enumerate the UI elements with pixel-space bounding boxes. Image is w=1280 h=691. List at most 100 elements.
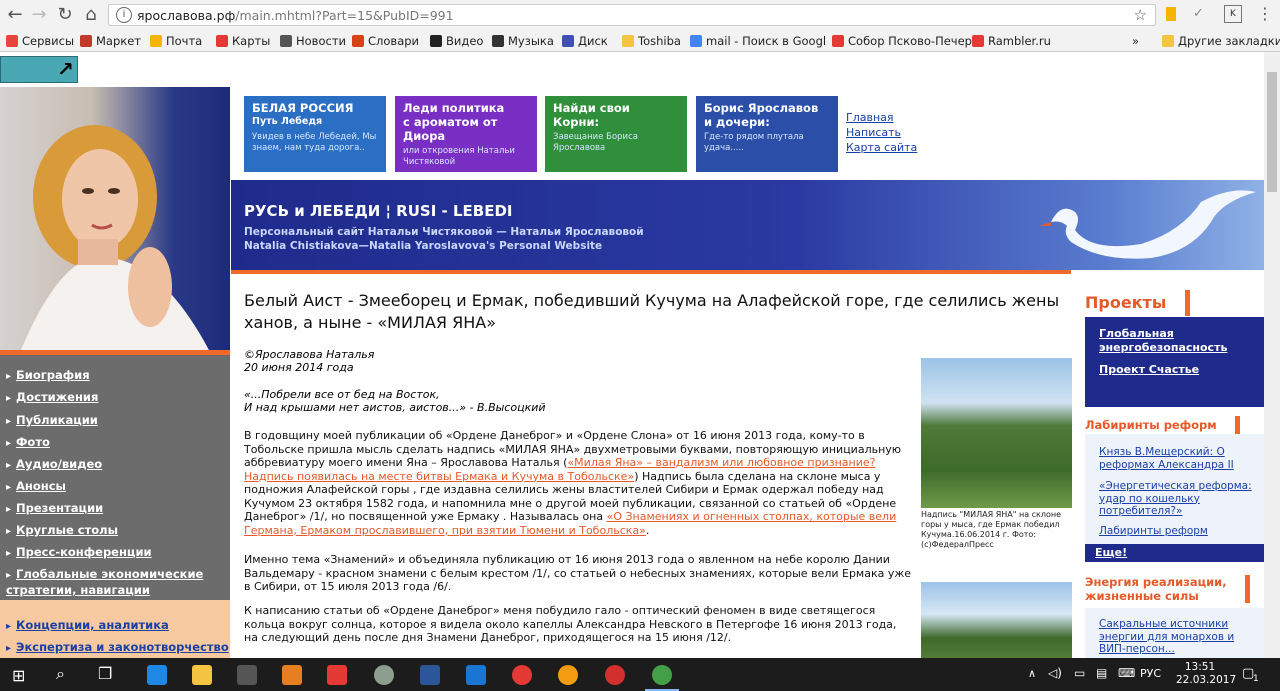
mail-icon[interactable]: [466, 665, 486, 685]
notification-count: 1: [1253, 674, 1259, 684]
external-link-button[interactable]: ↗: [0, 56, 78, 83]
menu-item-audio-video[interactable]: Аудио/видео: [6, 457, 102, 471]
bookmarks-overflow-button[interactable]: »: [1132, 33, 1139, 49]
word-icon[interactable]: [420, 665, 440, 685]
menu-item-expertise[interactable]: Экспертиза и законотворчество: [6, 640, 229, 654]
menu-item-achievements[interactable]: Достижения: [6, 390, 98, 404]
edge-icon[interactable]: [147, 665, 167, 685]
project-link-happiness[interactable]: Проект Счастье: [1099, 363, 1199, 377]
battery-icon[interactable]: ▭: [1074, 666, 1085, 680]
tray-chevron-icon[interactable]: ∧: [1028, 667, 1036, 680]
menu-item-round-tables[interactable]: Круглые столы: [6, 523, 118, 537]
link-sitemap[interactable]: Карта сайта: [846, 140, 917, 155]
keyboard-icon[interactable]: ⌨: [1118, 666, 1135, 680]
banner-boris-yaroslavov[interactable]: Борис Ярославов и дочери: Где-то рядом п…: [696, 96, 838, 172]
more-button[interactable]: Еще!: [1085, 544, 1264, 562]
bookmark-item[interactable]: Toshiba: [622, 33, 681, 49]
top-nav-links: Главная Написать Карта сайта: [846, 110, 917, 155]
bookmark-icon: [492, 35, 504, 47]
energy-link-sacral-sources[interactable]: Сакральные источники энергии для монархо…: [1099, 618, 1254, 656]
bookmark-icon: [280, 35, 292, 47]
bookmark-item[interactable]: Словари: [352, 33, 419, 49]
menu-item-concepts[interactable]: Концепции, аналитика: [6, 618, 169, 632]
task-view-icon[interactable]: ❐: [98, 664, 112, 683]
reload-icon[interactable]: ↻: [54, 4, 76, 26]
projects-box: Глобальная энергобезопасность Проект Сча…: [1085, 317, 1264, 407]
energy-box: Сакральные источники энергии для монархо…: [1085, 608, 1264, 658]
bookmark-item[interactable]: Собор Псково-Печер: [832, 33, 972, 49]
home-icon[interactable]: ⌂: [80, 4, 102, 26]
file-explorer-icon[interactable]: [192, 665, 212, 685]
bookmark-item[interactable]: Видео: [430, 33, 483, 49]
article-photo-2[interactable]: [921, 582, 1072, 658]
bookmark-item[interactable]: Новости: [280, 33, 346, 49]
article-date: 20 июня 2014 года: [244, 361, 354, 374]
labyrinth-link-meshchersky[interactable]: Князь В.Мещерский: О реформах Александра…: [1099, 446, 1254, 471]
page-scrollbar[interactable]: [1264, 52, 1280, 658]
banner-white-russia[interactable]: БЕЛАЯ РОССИЯ Путь Лебедя Увидев в небе Л…: [244, 96, 386, 172]
menu-item-biography[interactable]: Биография: [6, 368, 90, 382]
menu-item-global-strategies[interactable]: Глобальные экономические стратегии, нави…: [6, 567, 216, 597]
bookmark-item[interactable]: Маркет: [80, 33, 141, 49]
opera-icon[interactable]: [605, 665, 625, 685]
labyrinth-link-reforms[interactable]: Лабиринты реформ: [1099, 525, 1254, 538]
store-icon[interactable]: [237, 665, 257, 685]
clock[interactable]: 13:51 22.03.2017: [1176, 661, 1236, 687]
bookmark-label: Toshiba: [638, 34, 681, 48]
menu-item-announcements[interactable]: Анонсы: [6, 479, 66, 493]
bookmark-item[interactable]: Почта: [150, 33, 202, 49]
extension-icon[interactable]: ✓: [1193, 6, 1204, 21]
app-circle-icon[interactable]: [374, 665, 394, 685]
bookmark-item[interactable]: Rambler.ru: [972, 33, 1051, 49]
bookmark-item[interactable]: Карты: [216, 33, 270, 49]
star-icon[interactable]: ☆: [1134, 6, 1147, 24]
scrollbar-thumb[interactable]: [1267, 72, 1277, 192]
banner-title: Леди политика с ароматом от Диора: [403, 101, 505, 143]
menu-item-publications[interactable]: Публикации: [6, 413, 98, 427]
media-player-icon[interactable]: [282, 665, 302, 685]
arrow-icon: ↗: [57, 57, 74, 81]
yandex-browser-icon[interactable]: [327, 665, 347, 685]
search-icon[interactable]: ⌕: [56, 664, 65, 684]
bookmark-icon: [80, 35, 92, 47]
menu-icon[interactable]: ⋮: [1257, 4, 1273, 23]
volume-icon[interactable]: ◁): [1048, 666, 1062, 680]
bookmark-item[interactable]: Диск: [562, 33, 608, 49]
chrome-icon[interactable]: [652, 665, 672, 685]
project-link-energy-security[interactable]: Глобальная энергобезопасность: [1099, 327, 1249, 355]
link-write[interactable]: Написать: [846, 125, 917, 140]
menu-item-photo[interactable]: Фото: [6, 435, 50, 449]
other-bookmarks-folder[interactable]: Другие закладки: [1162, 33, 1280, 49]
sidebar-menu-secondary: Концепции, аналитика Экспертиза и законо…: [0, 600, 230, 658]
labyrinth-link-energy-reform[interactable]: «Энергетическая реформа: удар по кошельк…: [1099, 480, 1254, 518]
energy-heading: Энергия реализации, жизненные силы: [1085, 575, 1250, 603]
bookmark-icon: [150, 35, 162, 47]
yandex-icon[interactable]: [512, 665, 532, 685]
forward-icon[interactable]: →: [28, 4, 50, 26]
address-bar[interactable]: i ярославова.рф/main.mhtml?Part=15&PubID…: [108, 4, 1156, 26]
article-photo-1[interactable]: [921, 358, 1072, 508]
author-photo: [0, 87, 230, 352]
browser-toolbar: ← → ↻ ⌂ i ярославова.рф/main.mhtml?Part=…: [0, 0, 1280, 30]
site-header: РУСЬ и ЛЕБЕДИ ¦ RUSI - LEBEDI Персональн…: [231, 180, 1264, 270]
menu-item-press-conferences[interactable]: Пресс-конференции: [6, 545, 152, 559]
bookmark-item[interactable]: mail - Поиск в Googl: [690, 33, 826, 49]
bookmark-label: Карты: [232, 34, 271, 48]
info-icon[interactable]: i: [116, 7, 132, 23]
language-indicator[interactable]: РУС: [1140, 667, 1161, 680]
network-icon[interactable]: ▤: [1096, 666, 1107, 680]
banner-find-roots[interactable]: Найди свои Корни: Завещание Бориса Яросл…: [545, 96, 687, 172]
app-smile-icon[interactable]: [558, 665, 578, 685]
back-icon[interactable]: ←: [4, 4, 26, 26]
bookmark-flag-icon[interactable]: [1166, 7, 1176, 21]
bookmark-item[interactable]: Сервисы: [6, 33, 74, 49]
menu-item-presentations[interactable]: Презентации: [6, 501, 103, 515]
bookmark-item[interactable]: Музыка: [492, 33, 554, 49]
extension-k-icon[interactable]: K: [1224, 5, 1242, 23]
banner-text: Увидев в небе Лебедей, Мы знаем, нам туд…: [252, 132, 377, 153]
banner-lady-politics[interactable]: Леди политика с ароматом от Диора или от…: [395, 96, 537, 172]
banner-title: Борис Ярославов и дочери:: [704, 101, 819, 129]
link-home[interactable]: Главная: [846, 110, 917, 125]
windows-start-icon[interactable]: ⊞: [12, 666, 25, 685]
epigraph-line-1: «...Побрели все от бед на Восток,: [244, 388, 440, 401]
